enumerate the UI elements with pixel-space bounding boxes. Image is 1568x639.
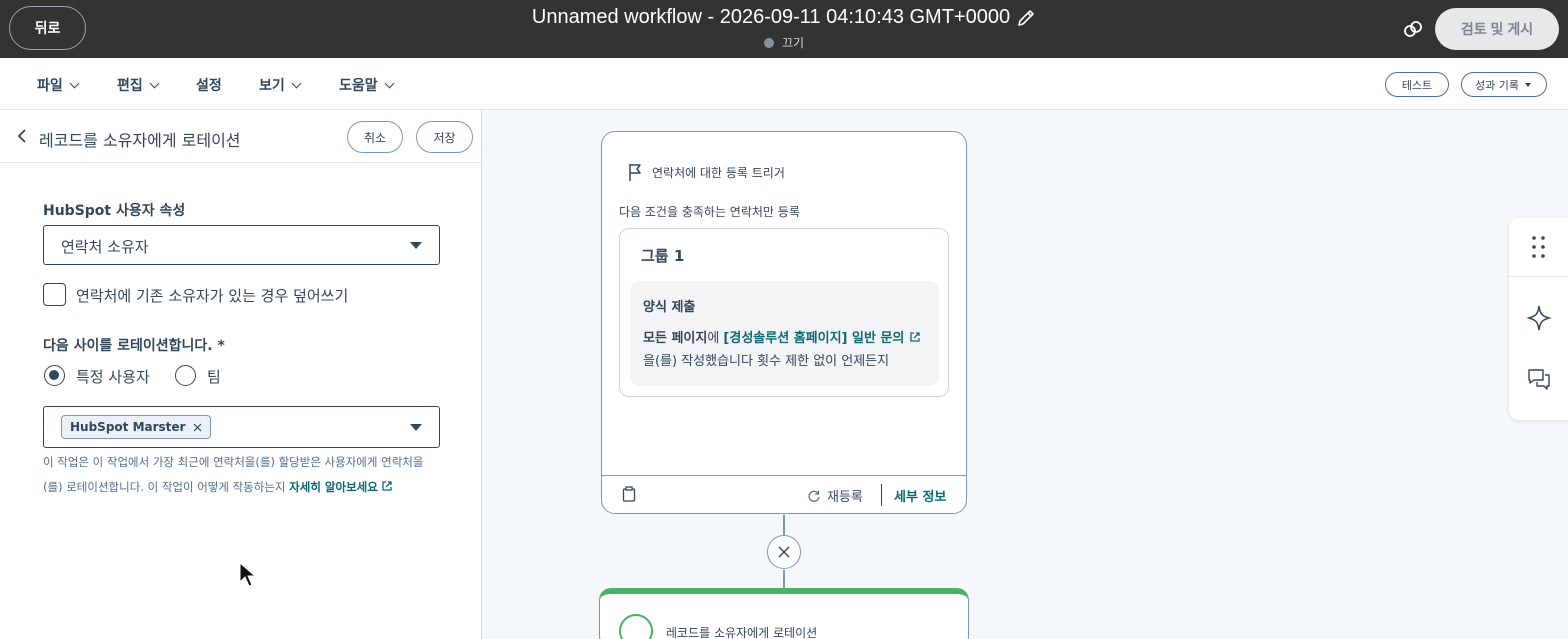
filter-description: 모든 페이지에 [경성솔루션 홈페이지] 일반 문의 을(를) 작성했습니다 횟… xyxy=(643,327,935,373)
help-text: 이 작업은 이 작업에서 가장 최근에 연락처을(를) 할당받은 사용자에게 연… xyxy=(43,450,438,500)
reenroll-button[interactable]: 재등록 xyxy=(807,486,863,505)
reenroll-label: 재등록 xyxy=(827,490,863,505)
form-link[interactable]: [경성솔루션 홈페이지] 일반 문의 xyxy=(723,331,904,346)
action-card[interactable]: 레코드를 소유자에게 로테이션 xyxy=(599,588,969,639)
review-publish-button[interactable]: 검토 및 게시 xyxy=(1435,8,1559,50)
panel-title: 레코드를 소유자에게 로테이션 xyxy=(39,131,241,150)
mouse-cursor-icon xyxy=(239,562,257,587)
details-link[interactable]: 세부 정보 xyxy=(894,486,946,505)
radio-specific-user[interactable] xyxy=(44,365,65,386)
test-button[interactable]: 테스트 xyxy=(1385,72,1449,97)
save-button[interactable]: 저장 xyxy=(416,121,473,153)
overwrite-label[interactable]: 연락처에 기존 소유자가 있는 경우 덮어쓰기 xyxy=(76,285,348,306)
menu-settings-label: 설정 xyxy=(196,78,222,94)
filter-particle: 에 xyxy=(707,331,724,346)
connector-line xyxy=(783,515,785,535)
right-toolbar xyxy=(1509,218,1568,420)
footer-divider xyxy=(881,484,882,506)
user-property-select[interactable]: 연락처 소유자 xyxy=(43,225,440,265)
connector-line xyxy=(783,570,785,588)
remove-tag-icon[interactable] xyxy=(193,423,202,432)
group-title: 그룹 1 xyxy=(641,247,685,265)
rotate-owner-icon xyxy=(619,614,653,639)
radio-team[interactable] xyxy=(175,365,196,386)
learn-more-link[interactable]: 자세히 알아보세요 xyxy=(289,480,378,494)
chevron-down-icon xyxy=(291,78,302,88)
menu-file-label: 파일 xyxy=(37,78,63,94)
action-card-title: 레코드를 소유자에게 로테이션 xyxy=(666,626,818,639)
menu-bar: 파일 편집 설정 보기 도움말 xyxy=(0,58,1568,110)
filter-group: 그룹 1 양식 제출 모든 페이지에 [경성솔루션 홈페이지] 일반 문의 을(… xyxy=(619,228,949,397)
status-dot-icon xyxy=(763,38,774,48)
filter-suffix: 을(를) 작성했습니다 횟수 제한 없이 언제든지 xyxy=(643,354,890,369)
sparkle-icon[interactable] xyxy=(1509,288,1568,348)
menu-edit[interactable]: 편집 xyxy=(117,75,160,95)
menu-settings[interactable]: 설정 xyxy=(196,75,222,95)
drag-handle-icon[interactable] xyxy=(1509,218,1568,276)
filter-item[interactable]: 양식 제출 모든 페이지에 [경성솔루션 홈페이지] 일반 문의 을(를) 작성… xyxy=(630,281,939,386)
selected-user-name: HubSpot Marster xyxy=(70,420,186,434)
menu-help[interactable]: 도움말 xyxy=(339,75,395,95)
cancel-button[interactable]: 취소 xyxy=(347,121,403,153)
close-icon xyxy=(778,546,790,558)
performance-dropdown[interactable]: 성과 기록 xyxy=(1461,72,1547,97)
trigger-card-footer: 재등록 세부 정보 xyxy=(602,475,966,514)
top-bar: 뒤로 Unnamed workflow - 2026-09-11 04:10:4… xyxy=(0,0,1568,58)
filter-title: 양식 제출 xyxy=(643,300,696,315)
link-icon[interactable] xyxy=(1402,18,1424,40)
comments-icon[interactable] xyxy=(1509,358,1568,408)
status-text: 끄기 xyxy=(781,36,805,50)
selected-user-tag: HubSpot Marster xyxy=(61,415,212,439)
chevron-down-icon xyxy=(69,78,80,88)
menu-help-label: 도움말 xyxy=(339,78,378,94)
workflow-status: 끄기 xyxy=(0,34,1568,51)
panel-header: 레코드를 소유자에게 로테이션 취소 저장 xyxy=(0,110,482,163)
pencil-icon[interactable] xyxy=(1016,8,1036,28)
user-property-value: 연락처 소유자 xyxy=(61,238,149,256)
chevron-left-icon[interactable] xyxy=(16,128,28,144)
action-settings-panel: 레코드를 소유자에게 로테이션 취소 저장 HubSpot 사용자 속성 연락처… xyxy=(0,110,482,639)
menu-edit-label: 편집 xyxy=(117,78,143,94)
flag-icon xyxy=(629,164,641,181)
trigger-condition: 다음 조건을 충족하는 연락처만 등록 xyxy=(619,205,800,219)
radio-team-label[interactable]: 팀 xyxy=(207,366,221,387)
trigger-card[interactable]: 연락처에 대한 등록 트리거 다음 조건을 충족하는 연락처만 등록 그룹 1 … xyxy=(601,131,967,514)
external-link-icon[interactable] xyxy=(909,331,921,343)
menu-view-label: 보기 xyxy=(259,78,285,94)
caret-down-icon xyxy=(410,424,422,431)
menu-file[interactable]: 파일 xyxy=(37,75,80,95)
back-button[interactable]: 뒤로 xyxy=(9,6,86,50)
menu-view[interactable]: 보기 xyxy=(259,75,302,95)
trigger-title: 연락처에 대한 등록 트리거 xyxy=(652,166,785,180)
overwrite-checkbox[interactable] xyxy=(43,283,66,306)
filter-page: 모든 페이지 xyxy=(643,331,708,346)
performance-label: 성과 기록 xyxy=(1475,78,1519,92)
chevron-down-icon xyxy=(149,78,160,88)
caret-down-icon xyxy=(410,242,422,249)
clipboard-icon[interactable] xyxy=(622,486,636,502)
workflow-title: Unnamed workflow - 2026-09-11 04:10:43 G… xyxy=(531,6,1011,28)
property-label: HubSpot 사용자 속성 xyxy=(43,203,186,219)
workflow-title-area: Unnamed workflow - 2026-09-11 04:10:43 G… xyxy=(0,6,1568,29)
delete-connection-button[interactable] xyxy=(767,535,801,569)
refresh-icon xyxy=(808,490,820,502)
chevron-down-icon xyxy=(384,78,395,88)
rotate-label: 다음 사이를 로테이션합니다. * xyxy=(43,338,225,354)
caret-down-icon xyxy=(1524,82,1531,87)
radio-specific-user-label[interactable]: 특정 사용자 xyxy=(76,366,150,387)
toolbar-divider xyxy=(1509,276,1568,277)
external-link-icon[interactable] xyxy=(381,480,393,492)
